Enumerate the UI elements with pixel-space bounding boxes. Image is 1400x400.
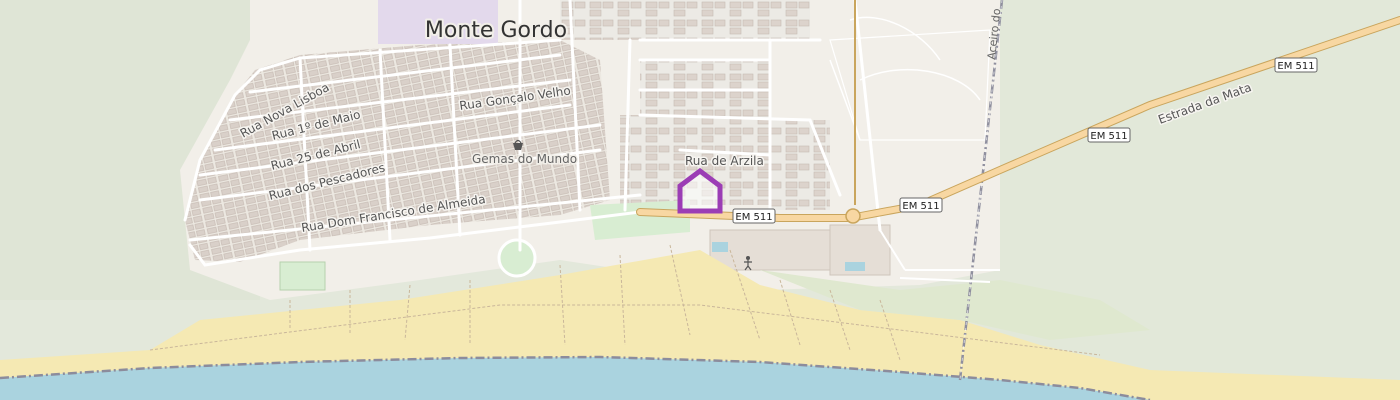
svg-text:EM 511: EM 511 [902, 201, 939, 212]
svg-text:EM 511: EM 511 [735, 212, 772, 223]
roundabout-park [497, 238, 537, 278]
sports-pitch [279, 261, 326, 291]
svg-text:EM 511: EM 511 [1090, 131, 1127, 142]
pool-1 [712, 242, 728, 252]
svg-text:EM 511: EM 511 [1277, 61, 1314, 72]
road-shield-em511-a: EM 511 [732, 208, 776, 224]
pool-2 [845, 262, 865, 271]
map-view[interactable]: Monte Gordo Rua Nova Lisboa Rua Gonçalo … [0, 0, 1400, 400]
street-label-arzila: Rua de Arzila [685, 154, 764, 168]
residential-blocks-east [770, 120, 830, 210]
poi-label: Gemas do Mundo [472, 152, 577, 166]
map-canvas[interactable]: Monte Gordo Rua Nova Lisboa Rua Gonçalo … [0, 0, 1400, 400]
road-shield-em511-d: EM 511 [1274, 57, 1318, 73]
place-name: Monte Gordo [425, 18, 567, 43]
residential-blocks-center [640, 60, 770, 115]
road-shield-em511-b: EM 511 [899, 197, 943, 213]
road-shield-em511-c: EM 511 [1087, 127, 1131, 143]
residential-blocks-north [560, 0, 810, 40]
